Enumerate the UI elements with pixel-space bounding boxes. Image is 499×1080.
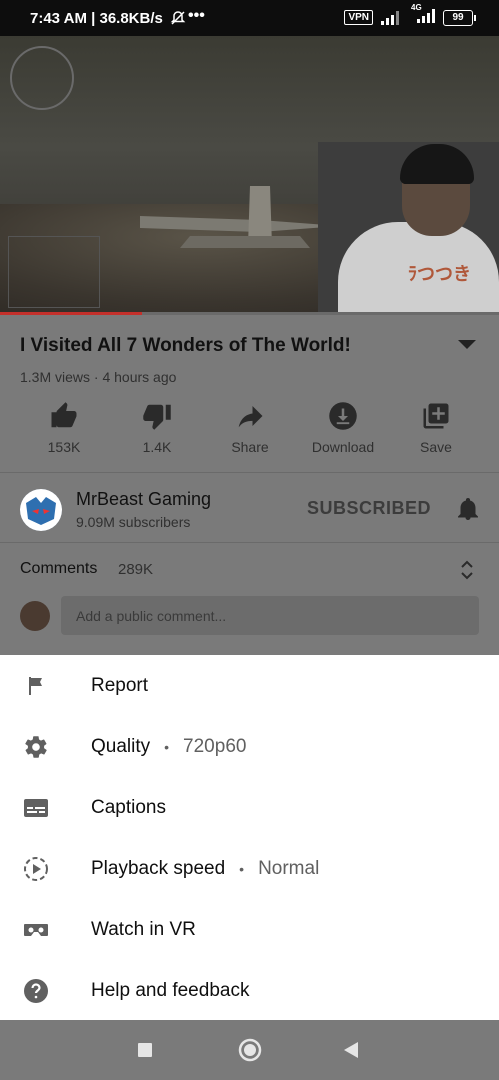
separator-dot: •: [239, 860, 245, 877]
webcam-overlay: ﾗつつき: [318, 142, 499, 314]
home-button[interactable]: [238, 1038, 262, 1067]
video-options-sheet: Report Quality • 720p60 Captions Playback …: [0, 655, 499, 1020]
menu-item-watch-in-vr[interactable]: Watch in VR: [0, 899, 499, 960]
recents-button[interactable]: [138, 1043, 152, 1062]
system-nav-bar: [0, 1020, 499, 1080]
save-button[interactable]: Save: [390, 401, 482, 455]
video-actions: 153K 1.4K Share Download Save: [18, 401, 482, 455]
comments-count: 289K: [118, 561, 154, 578]
download-button[interactable]: Download: [297, 401, 389, 455]
status-bar: 7:43 AM | 36.8KB/s ••• VPN 4G 99: [0, 0, 499, 36]
menu-item-label: Help and feedback: [91, 979, 250, 1001]
quality-value: 720p60: [183, 735, 247, 757]
battery-icon: 99: [443, 9, 476, 26]
menu-item-report[interactable]: Report: [0, 655, 499, 716]
menu-item-help-feedback[interactable]: Help and feedback: [0, 960, 499, 1021]
channel-avatar[interactable]: [20, 489, 62, 531]
like-button[interactable]: 153K: [18, 401, 110, 455]
vpn-badge: VPN: [344, 10, 373, 25]
battery-level: 99: [452, 12, 464, 23]
video-airplane: [140, 186, 340, 248]
channel-name[interactable]: MrBeast Gaming: [76, 489, 211, 510]
menu-item-label: Captions: [91, 796, 166, 818]
subscribe-button[interactable]: SUBSCRIBED: [307, 498, 431, 519]
status-time: 7:43 AM | 36.8KB/s: [30, 10, 163, 27]
menu-item-label: Watch in VR: [91, 918, 196, 940]
like-count: 153K: [47, 439, 81, 455]
share-label: Share: [231, 439, 269, 455]
menu-item-label: Report: [91, 674, 149, 696]
notification-bell-icon[interactable]: [456, 496, 480, 527]
video-hud-panel: [8, 236, 100, 308]
playback-speed-icon: [22, 855, 50, 883]
video-meta: 1.3M views · 4 hours ago: [20, 369, 177, 385]
menu-item-label: Playback speed • Normal: [91, 858, 319, 880]
video-title: I Visited All 7 Wonders of The World!: [20, 335, 351, 356]
menu-item-quality[interactable]: Quality • 720p60: [0, 716, 499, 777]
playback-speed-value: Normal: [258, 857, 320, 879]
video-player[interactable]: ﾗつつき: [0, 36, 499, 314]
help-icon: [22, 977, 50, 1005]
playback-speed-label: Playback speed: [91, 857, 226, 879]
user-avatar: [20, 601, 50, 631]
share-button[interactable]: Share: [204, 401, 296, 455]
captions-icon: [22, 794, 50, 822]
cellular-signal-icon: 4G: [411, 3, 435, 26]
gear-icon: [22, 733, 50, 761]
comments-label[interactable]: Comments: [20, 560, 97, 578]
separator-dot: •: [164, 738, 170, 755]
bell-muted-icon: [170, 10, 186, 30]
save-label: Save: [420, 439, 452, 455]
expand-description-icon[interactable]: [458, 340, 476, 349]
video-hud-compass: [10, 46, 74, 110]
comment-input[interactable]: [61, 596, 479, 635]
share-icon: [238, 406, 263, 428]
expand-comments-icon[interactable]: [460, 559, 474, 586]
quality-label: Quality: [91, 735, 151, 757]
vr-icon: [22, 916, 50, 944]
more-notifications-icon: •••: [188, 7, 205, 24]
thumbs-up-icon: [51, 402, 77, 428]
menu-item-captions[interactable]: Captions: [0, 777, 499, 838]
video-info-panel: I Visited All 7 Wonders of The World! 1.…: [0, 315, 499, 655]
thumbs-down-icon: [143, 404, 171, 430]
channel-subscribers: 9.09M subscribers: [76, 514, 191, 530]
wifi-signal-icon: [381, 10, 403, 25]
divider: [0, 542, 499, 543]
dislike-count: 1.4K: [142, 439, 172, 455]
save-playlist-icon: [423, 403, 449, 429]
menu-item-playback-speed[interactable]: Playback speed • Normal: [0, 838, 499, 899]
back-button[interactable]: [343, 1042, 359, 1063]
menu-item-label: Quality • 720p60: [91, 736, 246, 758]
download-label: Download: [311, 439, 375, 455]
divider: [0, 472, 499, 473]
download-icon: [329, 402, 357, 430]
dislike-button[interactable]: 1.4K: [111, 401, 203, 455]
flag-icon: [22, 672, 50, 700]
